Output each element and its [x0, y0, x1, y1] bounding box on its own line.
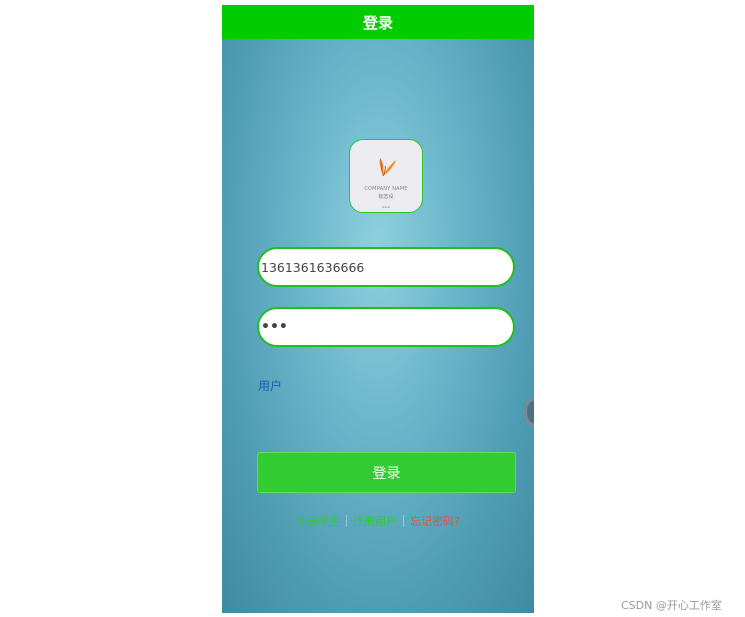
footer-links: 注册学生 注册用户 忘记密码? — [222, 513, 534, 529]
logo-fine-print: ▬▬▬ — [381, 205, 391, 209]
logo-cn-text: 标志设 — [378, 194, 394, 200]
page-title: 登录 — [362, 13, 393, 32]
header-bar: 登录 — [222, 5, 534, 39]
app-logo: COMPANY NAME 标志设 ▬▬▬ — [349, 139, 423, 213]
csdn-watermark: CSDN @开心工作室 — [621, 599, 722, 612]
login-button[interactable]: 登录 — [257, 452, 516, 493]
link-divider — [403, 515, 405, 527]
link-divider — [346, 515, 348, 527]
floating-handle[interactable] — [523, 397, 534, 427]
phone-input[interactable] — [257, 247, 515, 287]
register-student-link[interactable]: 注册学生 — [296, 513, 340, 529]
password-input[interactable] — [257, 307, 515, 347]
forgot-password-link[interactable]: 忘记密码? — [410, 513, 460, 529]
logo-leaf-icon — [379, 158, 396, 177]
register-user-link[interactable]: 注册用户 — [353, 513, 397, 529]
phone-screen: 登录 COMPANY NAME 标志设 ▬▬▬ 用户 登录 注册学生 注册用户 … — [222, 5, 534, 613]
role-selector[interactable]: 用户 — [258, 377, 282, 394]
logo-company-text: COMPANY NAME — [364, 186, 408, 192]
